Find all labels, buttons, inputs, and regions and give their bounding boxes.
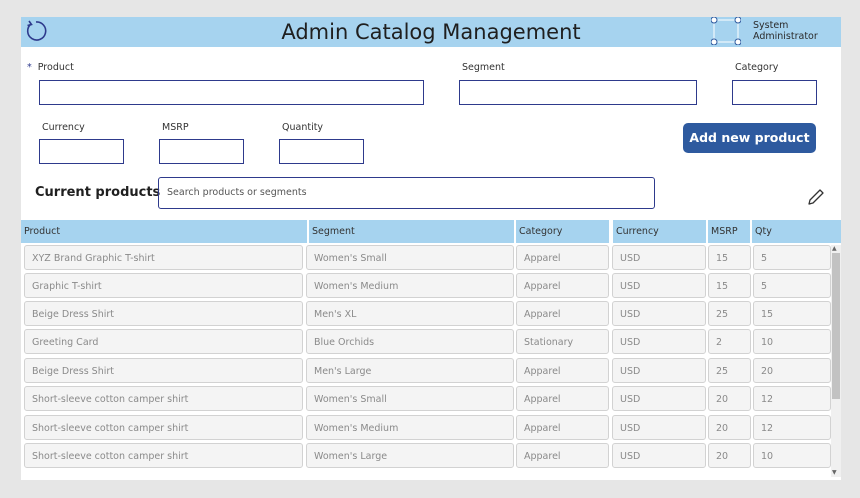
column-header-segment: Segment xyxy=(309,220,514,243)
category-cell: Apparel xyxy=(516,415,609,440)
table-row[interactable]: Short-sleeve cotton camper shirt Women's… xyxy=(21,415,831,441)
quantity-input[interactable] xyxy=(279,139,364,164)
msrp-cell: 25 xyxy=(708,358,751,383)
scrollbar-thumb[interactable] xyxy=(832,253,840,399)
scroll-up-icon[interactable]: ▲ xyxy=(832,246,837,252)
product-cell: XYZ Brand Graphic T-shirt xyxy=(24,245,303,270)
currency-cell: USD xyxy=(612,301,706,326)
category-cell: Apparel xyxy=(516,358,609,383)
category-input[interactable] xyxy=(732,80,817,105)
user-name-line1: System xyxy=(753,20,789,31)
qty-cell: 10 xyxy=(753,329,831,354)
search-input[interactable]: Search products or segments xyxy=(158,177,655,209)
qty-cell: 20 xyxy=(753,358,831,383)
column-header-category: Category xyxy=(516,220,609,243)
quantity-label: Quantity xyxy=(282,122,324,133)
segment-cell: Women's Small xyxy=(306,245,514,270)
required-marker: * xyxy=(27,62,32,73)
user-name: System Administrator xyxy=(753,20,818,42)
column-header-product: Product xyxy=(21,220,307,243)
header-bar: Admin Catalog Management System Administ… xyxy=(21,17,841,47)
category-cell: Apparel xyxy=(516,386,609,411)
msrp-label: MSRP xyxy=(162,122,189,133)
current-products-label: Current products xyxy=(35,185,161,200)
app-screen: Admin Catalog Management System Administ… xyxy=(21,17,841,480)
product-cell: Short-sleeve cotton camper shirt xyxy=(24,415,303,440)
currency-cell: USD xyxy=(612,273,706,298)
table-row[interactable]: XYZ Brand Graphic T-shirt Women's Small … xyxy=(21,245,831,271)
product-label-text: Product xyxy=(37,62,74,73)
msrp-cell: 25 xyxy=(708,301,751,326)
qty-cell: 5 xyxy=(753,273,831,298)
product-cell: Graphic T-shirt xyxy=(24,273,303,298)
segment-cell: Blue Orchids xyxy=(306,329,514,354)
table-row[interactable]: Short-sleeve cotton camper shirt Women's… xyxy=(21,386,831,412)
msrp-cell: 20 xyxy=(708,415,751,440)
category-cell: Apparel xyxy=(516,301,609,326)
segment-cell: Women's Small xyxy=(306,386,514,411)
qty-cell: 12 xyxy=(753,415,831,440)
user-name-line2: Administrator xyxy=(753,31,818,42)
products-gallery: XYZ Brand Graphic T-shirt Women's Small … xyxy=(21,245,831,477)
category-label: Category xyxy=(735,62,779,73)
segment-input[interactable] xyxy=(459,80,697,105)
msrp-cell: 2 xyxy=(708,329,751,354)
table-row[interactable]: Graphic T-shirt Women's Medium Apparel U… xyxy=(21,273,831,299)
table-row[interactable]: Beige Dress Shirt Men's Large Apparel US… xyxy=(21,358,831,384)
product-input[interactable] xyxy=(39,80,424,105)
product-cell: Beige Dress Shirt xyxy=(24,358,303,383)
table-row[interactable]: Beige Dress Shirt Men's XL Apparel USD 2… xyxy=(21,301,831,327)
segment-cell: Men's XL xyxy=(306,301,514,326)
product-cell: Short-sleeve cotton camper shirt xyxy=(24,386,303,411)
category-cell: Stationary xyxy=(516,329,609,354)
column-header-currency: Currency xyxy=(613,220,706,243)
segment-cell: Women's Medium xyxy=(306,415,514,440)
pencil-icon[interactable] xyxy=(806,187,826,207)
table-header: Product Segment Category Currency MSRP Q… xyxy=(21,220,841,243)
segment-cell: Women's Medium xyxy=(306,273,514,298)
currency-cell: USD xyxy=(612,329,706,354)
user-image-placeholder-icon xyxy=(711,17,741,45)
currency-cell: USD xyxy=(612,245,706,270)
qty-cell: 15 xyxy=(753,301,831,326)
table-row[interactable]: Short-sleeve cotton camper shirt Women's… xyxy=(21,443,831,469)
product-label: * Product xyxy=(27,62,74,74)
msrp-cell: 20 xyxy=(708,386,751,411)
segment-cell: Women's Large xyxy=(306,443,514,468)
currency-input[interactable] xyxy=(39,139,124,164)
msrp-cell: 20 xyxy=(708,443,751,468)
gallery-scrollbar[interactable]: ▲ ▼ xyxy=(831,245,841,477)
currency-cell: USD xyxy=(612,358,706,383)
qty-cell: 5 xyxy=(753,245,831,270)
column-header-msrp: MSRP xyxy=(708,220,750,243)
segment-label: Segment xyxy=(462,62,505,73)
table-row[interactable]: Greeting Card Blue Orchids Stationary US… xyxy=(21,329,831,355)
product-cell: Short-sleeve cotton camper shirt xyxy=(24,443,303,468)
msrp-cell: 15 xyxy=(708,245,751,270)
category-cell: Apparel xyxy=(516,245,609,270)
product-cell: Beige Dress Shirt xyxy=(24,301,303,326)
scroll-down-icon[interactable]: ▼ xyxy=(832,470,837,476)
currency-label: Currency xyxy=(42,122,85,133)
column-header-qty: Qty xyxy=(752,220,841,243)
product-cell: Greeting Card xyxy=(24,329,303,354)
currency-cell: USD xyxy=(612,443,706,468)
qty-cell: 12 xyxy=(753,386,831,411)
qty-cell: 10 xyxy=(753,443,831,468)
currency-cell: USD xyxy=(612,386,706,411)
category-cell: Apparel xyxy=(516,443,609,468)
msrp-input[interactable] xyxy=(159,139,244,164)
segment-cell: Men's Large xyxy=(306,358,514,383)
currency-cell: USD xyxy=(612,415,706,440)
msrp-cell: 15 xyxy=(708,273,751,298)
add-new-product-button[interactable]: Add new product xyxy=(683,123,816,153)
category-cell: Apparel xyxy=(516,273,609,298)
